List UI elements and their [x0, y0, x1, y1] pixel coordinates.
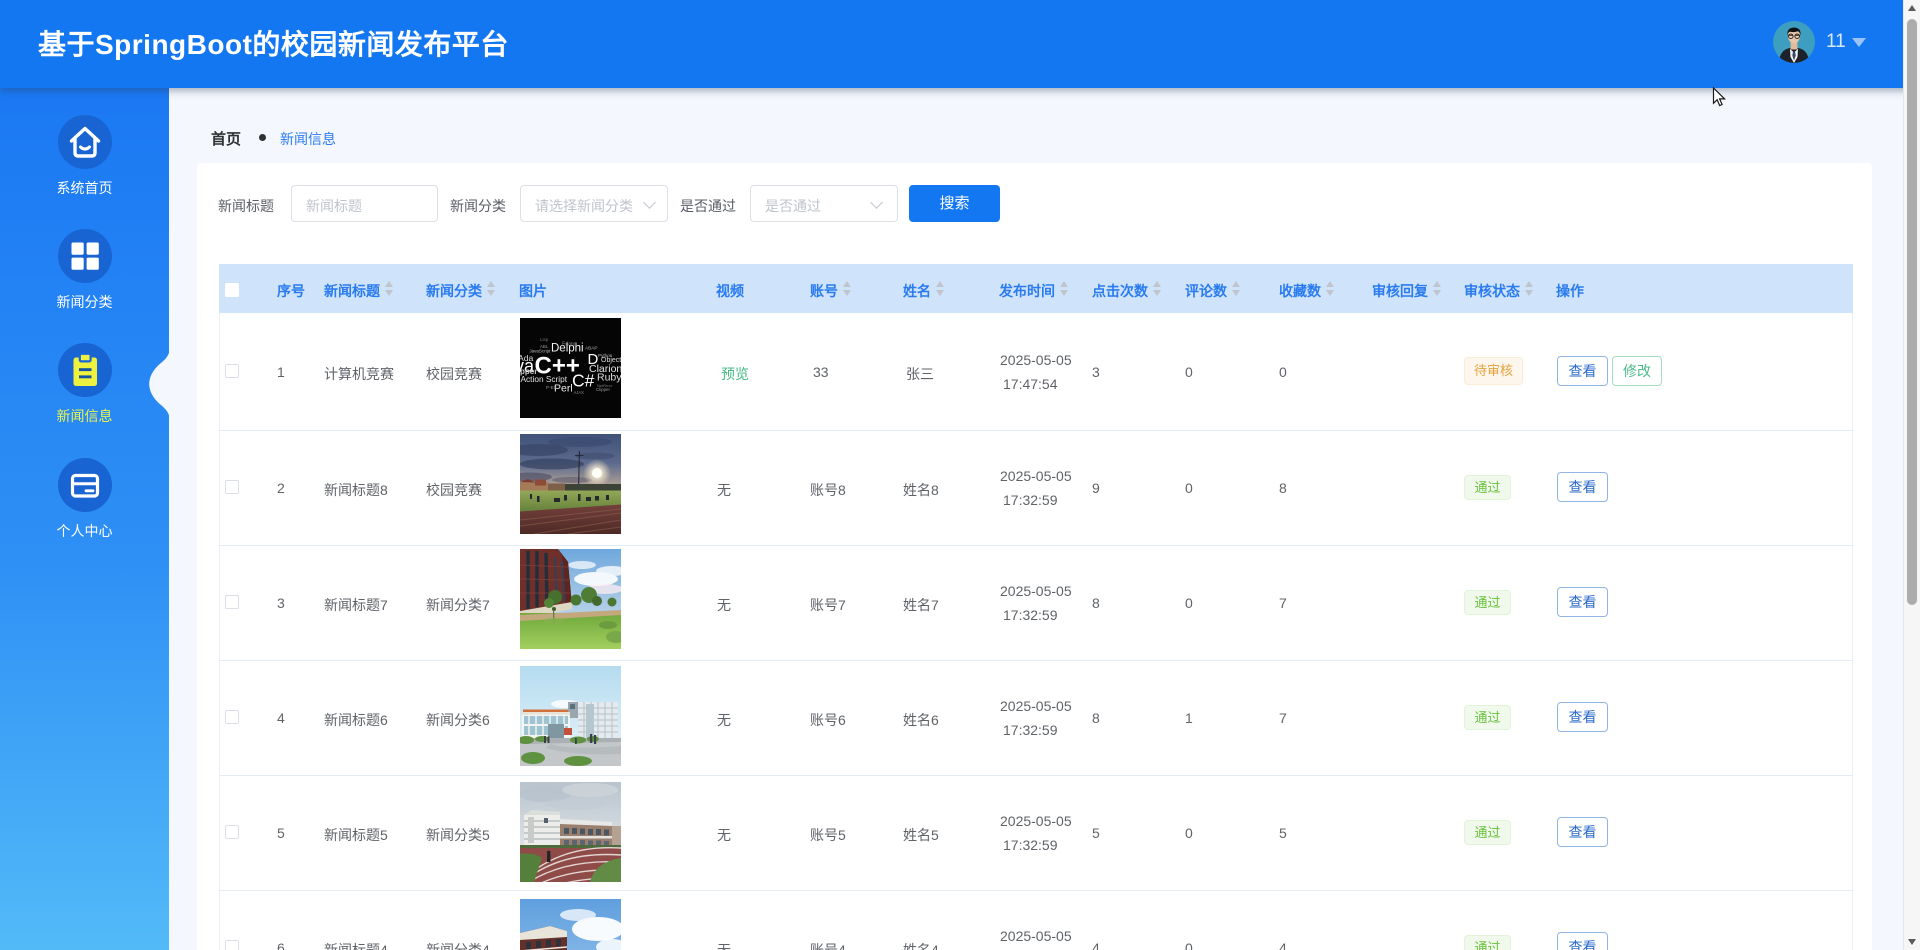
svg-text:ABAP: ABAP	[585, 345, 598, 350]
svg-text:P-ES: P-ES	[546, 385, 557, 390]
svg-text:JavaScript: JavaScript	[529, 349, 551, 354]
svg-text:Erlang: Erlang	[562, 342, 577, 348]
svg-text:Clipper: Clipper	[596, 387, 610, 392]
svg-text:Lisp: Lisp	[540, 337, 549, 342]
svg-text:Ada: Ada	[520, 353, 534, 363]
svg-text:pper: pper	[520, 367, 537, 376]
svg-text:Objecti: Objecti	[601, 357, 621, 364]
svg-text:Ruby: Ruby	[597, 372, 621, 384]
svg-text:Perl: Perl	[554, 383, 573, 395]
svg-text:C#: C#	[572, 371, 595, 391]
svg-text:ABL: ABL	[540, 344, 549, 349]
svg-text:AJAX: AJAX	[574, 390, 585, 395]
